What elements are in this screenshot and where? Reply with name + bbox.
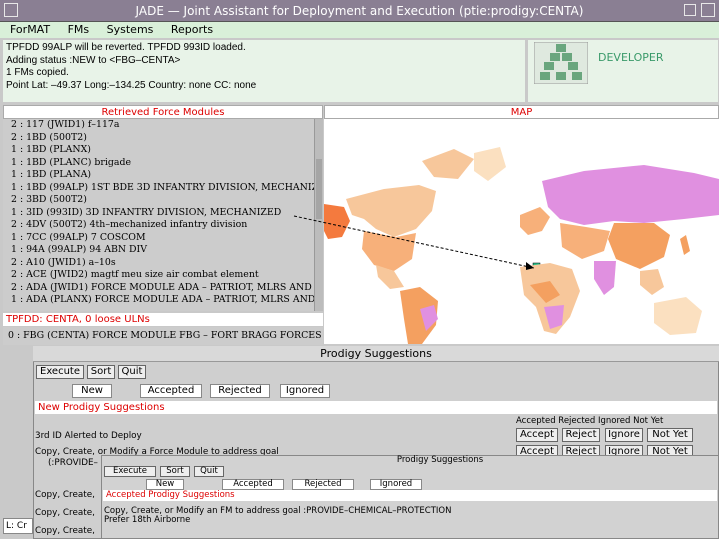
list-item[interactable]: 1 : 1BD (PLANA) xyxy=(3,169,315,182)
menu-bar: ForMAT FMs Systems Reports xyxy=(0,22,719,38)
filter-new[interactable]: New xyxy=(72,384,112,398)
list-item[interactable]: 1 : ADA (PLANX) FORCE MODULE ADA – PATRI… xyxy=(3,294,315,307)
list-item[interactable]: 2 : ACE (JWID2) magtf meu size air comba… xyxy=(3,269,315,282)
retrieved-header: Retrieved Force Modules xyxy=(3,105,323,119)
list-item[interactable]: 2 : 1BD (500T2) xyxy=(3,132,315,145)
list-item[interactable]: 2 : A10 (JWID1) a–10s xyxy=(3,257,315,270)
minimize-icon[interactable] xyxy=(684,4,696,16)
list-item[interactable]: 1 : 94A (99ALP) 94 ABN DIV xyxy=(3,244,315,257)
sub-title: Prodigy Suggestions xyxy=(396,455,484,465)
map-header: MAP xyxy=(324,105,719,119)
list-item[interactable]: 1 : 7CC (99ALP) 7 COSCOM xyxy=(3,232,315,245)
deployment-arrow xyxy=(293,215,535,270)
window-titlebar: JADE — Joint Assistant for Deployment an… xyxy=(0,0,719,22)
status-line: TPFDD 99ALP will be reverted. TPFDD 993I… xyxy=(6,42,246,53)
column-headers: Accepted Rejected Ignored Not Yet xyxy=(516,416,664,426)
jade-logo-icon xyxy=(534,42,588,84)
logo-area xyxy=(528,40,718,102)
ignore-button[interactable]: Ignore xyxy=(605,428,643,442)
accept-button[interactable]: Accept xyxy=(516,428,558,442)
suggestion-text: Copy, Create, xyxy=(35,526,95,536)
list-item[interactable]: 2 : 4DV (500T2) 4th–mechanized infantry … xyxy=(3,219,315,232)
developer-label: DEVELOPER xyxy=(598,51,664,64)
list-item[interactable]: 2 : 117 (JWID1) f–117a xyxy=(3,119,315,132)
list-item[interactable]: 2 : 3BD (500T2) xyxy=(3,194,315,207)
menu-format[interactable]: ForMAT xyxy=(10,22,50,38)
list-item[interactable]: 1 : 1BD (99ALP) 1ST BDE 3D INFANTRY DIVI… xyxy=(3,182,315,195)
sub-filter-ignored[interactable]: Ignored xyxy=(370,479,422,490)
force-module-list[interactable]: 2 : 117 (JWID1) f–117a 2 : 1BD (500T2) 1… xyxy=(3,119,315,311)
sub-filter-rejected[interactable]: Rejected xyxy=(292,479,354,490)
sub-quit-button[interactable]: Quit xyxy=(194,466,224,477)
sub-sort-button[interactable]: Sort xyxy=(160,466,190,477)
menu-fms[interactable]: FMs xyxy=(68,22,90,38)
quit-button[interactable]: Quit xyxy=(118,365,146,379)
status-line: Point Lat: –49.37 Long:–134.25 Country: … xyxy=(6,79,257,91)
suggestion-text: Copy, Create, xyxy=(35,490,95,500)
window-menu-icon[interactable] xyxy=(4,3,18,17)
execute-button[interactable]: Execute xyxy=(36,365,84,379)
window-title: JADE — Joint Assistant for Deployment an… xyxy=(135,4,584,18)
status-panel: TPFDD 99ALP will be reverted. TPFDD 993I… xyxy=(3,40,525,102)
list-item[interactable]: 2 : ADA (JWID1) FORCE MODULE ADA – PATRI… xyxy=(3,282,315,295)
reject-button[interactable]: Reject xyxy=(562,428,600,442)
tpfdd-label: TPFDD: CENTA, 0 loose ULNs xyxy=(3,313,323,326)
status-line: Adding status :NEW to <FBG–CENTA> xyxy=(6,54,181,66)
maximize-icon[interactable] xyxy=(701,3,715,17)
new-suggestions-header: New Prodigy Suggestions xyxy=(35,401,717,414)
left-cut-text: L: Cr xyxy=(3,518,33,534)
filter-ignored[interactable]: Ignored xyxy=(280,384,330,398)
status-line: 1 FMs copied. xyxy=(6,67,69,78)
list-item[interactable]: 1 : 3ID (993ID) 3D INFANTRY DIVISION, ME… xyxy=(3,207,315,220)
sub-execute-button[interactable]: Execute xyxy=(104,466,156,477)
not-yet-button[interactable]: Not Yet xyxy=(647,428,693,442)
accepted-suggestion-detail: Prefer 18th Airborne xyxy=(104,515,191,525)
tpfdd-item[interactable]: 0 : FBG (CENTA) FORCE MODULE FBG – FORT … xyxy=(3,327,323,345)
sort-button[interactable]: Sort xyxy=(87,365,115,379)
suggestions-title: Prodigy Suggestions xyxy=(33,346,719,362)
accepted-suggestions-header: Accepted Prodigy Suggestions xyxy=(103,490,717,501)
suggestion-text: Copy, Create, xyxy=(35,508,95,518)
list-item[interactable]: 1 : 1BD (PLANX) xyxy=(3,144,315,157)
sub-filter-accepted[interactable]: Accepted xyxy=(222,479,284,490)
list-item[interactable]: 1 : 1BD (PLANC) brigade xyxy=(3,157,315,170)
suggestion-text: (:PROVIDE– xyxy=(48,458,98,468)
filter-rejected[interactable]: Rejected xyxy=(210,384,270,398)
suggestion-text: 3rd ID Alerted to Deploy xyxy=(35,431,142,441)
filter-accepted[interactable]: Accepted xyxy=(140,384,202,398)
menu-systems[interactable]: Systems xyxy=(107,22,154,38)
menu-reports[interactable]: Reports xyxy=(171,22,213,38)
sub-filter-new[interactable]: New xyxy=(146,479,184,490)
